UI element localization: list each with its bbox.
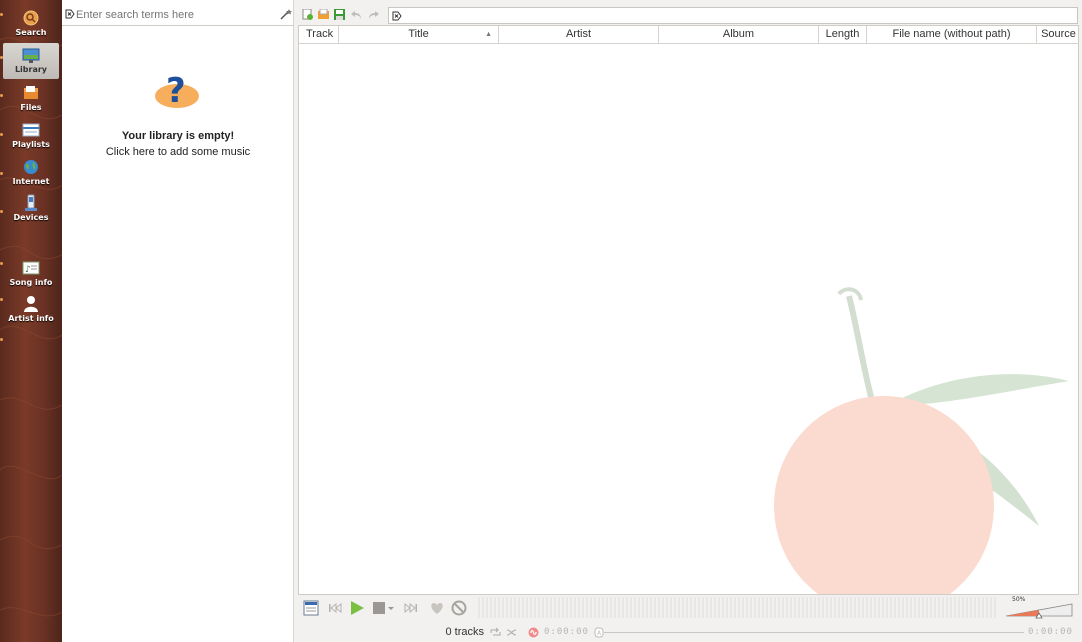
sidebar-item-playlists[interactable]: Playlists bbox=[3, 118, 59, 154]
sidebar-item-label: Song info bbox=[9, 278, 53, 287]
sidebar-item-internet[interactable]: Internet bbox=[3, 155, 59, 191]
clear-search-icon[interactable] bbox=[65, 9, 75, 19]
sidebar-item-label: Internet bbox=[12, 177, 50, 186]
elapsed-time: 0:00:00 bbox=[544, 627, 589, 637]
folder-icon bbox=[24, 86, 38, 99]
sidebar-item-song-info[interactable]: ♪ Song info bbox=[3, 256, 59, 292]
column-header-track[interactable]: Track bbox=[299, 26, 339, 44]
sidebar-item-files[interactable]: Files bbox=[3, 81, 59, 117]
repeat-icon[interactable] bbox=[490, 627, 501, 638]
track-count: 0 tracks bbox=[445, 626, 484, 638]
divider bbox=[62, 25, 294, 26]
transport-bar: 50% bbox=[298, 595, 1082, 620]
globe-icon bbox=[24, 160, 38, 174]
sidebar-item-label: Files bbox=[20, 103, 42, 112]
playlist-filter-input[interactable] bbox=[388, 7, 1078, 24]
column-header-title-label: Title bbox=[408, 28, 429, 40]
total-time: 0:00:00 bbox=[1028, 627, 1073, 637]
library-search-input[interactable] bbox=[76, 6, 276, 23]
artist-icon bbox=[24, 296, 38, 312]
search-icon bbox=[23, 10, 39, 26]
sidebar-item-search[interactable]: Search bbox=[3, 6, 59, 42]
status-bar: 0 tracks 0:00:00 A 0:00:00 bbox=[298, 622, 1082, 642]
sidebar-item-label: Playlists bbox=[12, 140, 50, 149]
playlist-table[interactable]: Track Title ▲ Artist Album Length File n… bbox=[298, 25, 1079, 595]
orange-watermark-icon bbox=[774, 287, 1069, 594]
love-heart-icon[interactable] bbox=[428, 599, 446, 617]
sidebar-item-library[interactable]: Library bbox=[3, 43, 59, 79]
column-header-album[interactable]: Album bbox=[659, 26, 819, 44]
playlist-toolbar bbox=[298, 6, 1082, 24]
volume-wedge bbox=[1005, 603, 1073, 619]
playlist-header: Track Title ▲ Artist Album Length File n… bbox=[299, 26, 1078, 44]
playlist-area: Track Title ▲ Artist Album Length File n… bbox=[298, 0, 1082, 642]
shuffle-icon[interactable] bbox=[506, 627, 517, 638]
playlist-view-icon[interactable] bbox=[302, 599, 320, 617]
open-playlist-icon[interactable] bbox=[318, 9, 329, 20]
stop-menu-chevron-down-icon[interactable] bbox=[386, 599, 396, 617]
search-options-icon[interactable] bbox=[280, 8, 292, 20]
redo-icon[interactable] bbox=[368, 9, 379, 20]
ban-icon[interactable] bbox=[450, 599, 468, 617]
column-header-length[interactable]: Length bbox=[819, 26, 867, 44]
column-header-source[interactable]: Source bbox=[1037, 26, 1078, 44]
library-icon bbox=[22, 48, 40, 63]
device-icon bbox=[25, 194, 37, 211]
seek-bar[interactable] bbox=[604, 632, 1024, 633]
add-music-link[interactable]: Click here to add some music bbox=[62, 146, 294, 158]
save-playlist-icon[interactable] bbox=[334, 9, 345, 20]
column-header-artist[interactable]: Artist bbox=[499, 26, 659, 44]
question-mark-icon: ? bbox=[155, 71, 199, 111]
sidebar-item-artist-info[interactable]: Artist info bbox=[3, 292, 59, 328]
play-icon[interactable] bbox=[348, 599, 366, 617]
undo-icon[interactable] bbox=[351, 9, 362, 20]
song-info-icon: ♪ bbox=[22, 261, 40, 275]
sidebar-dot bbox=[0, 338, 3, 341]
library-panel: ? Your library is empty! Click here to a… bbox=[62, 0, 294, 642]
column-header-filename[interactable]: File name (without path) bbox=[867, 26, 1037, 44]
visualization-area bbox=[478, 597, 998, 618]
sort-ascending-icon: ▲ bbox=[485, 31, 492, 38]
playlist-icon bbox=[22, 123, 40, 137]
sidebar-item-label: Search bbox=[15, 28, 47, 37]
column-header-title[interactable]: Title ▲ bbox=[339, 26, 499, 44]
new-playlist-icon[interactable] bbox=[302, 9, 313, 20]
sidebar: Search Library Files Playlists Internet … bbox=[0, 0, 62, 642]
clear-filter-icon[interactable] bbox=[392, 11, 402, 21]
sidebar-item-label: Devices bbox=[13, 213, 49, 222]
sidebar-item-label: Artist info bbox=[8, 314, 54, 323]
library-empty-title: Your library is empty! bbox=[121, 130, 235, 142]
sidebar-item-devices[interactable]: Devices bbox=[3, 191, 59, 227]
library-search-bar bbox=[62, 5, 294, 25]
previous-track-icon[interactable] bbox=[326, 599, 344, 617]
svg-text:?: ? bbox=[166, 71, 186, 111]
next-track-icon[interactable] bbox=[402, 599, 420, 617]
sidebar-item-label: Library bbox=[14, 65, 48, 74]
volume-slider[interactable]: 50% bbox=[1004, 596, 1076, 620]
svg-text:♪: ♪ bbox=[25, 265, 31, 275]
last-fm-scrobble-icon[interactable] bbox=[528, 627, 539, 638]
